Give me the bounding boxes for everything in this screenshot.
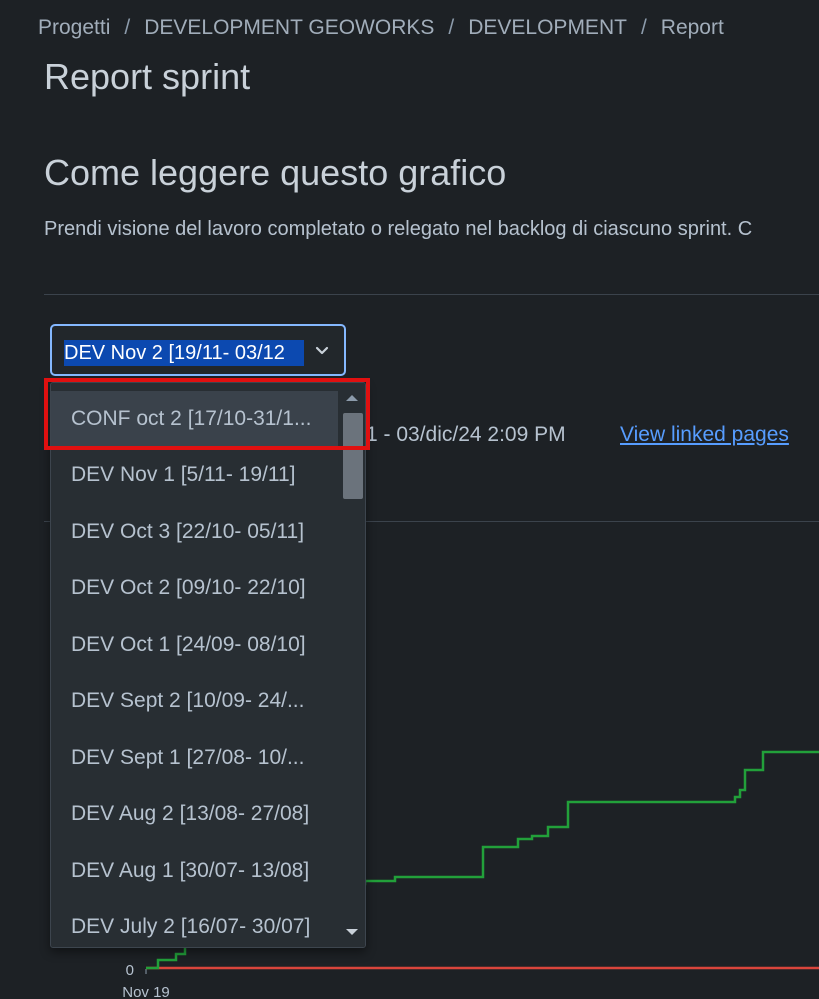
view-linked-pages-link[interactable]: View linked pages <box>620 423 789 447</box>
scroll-up-arrow-icon[interactable] <box>346 395 358 401</box>
page-title: Report sprint <box>44 56 251 97</box>
sprint-select-value[interactable]: DEV Nov 2 [19/11- 03/12 <box>64 340 304 366</box>
page-description: Prendi visione del lavoro completato o r… <box>44 218 753 240</box>
sprint-dropdown-list[interactable]: CONF oct 2 [17/10-31/1... DEV Nov 1 [5/1… <box>50 382 366 948</box>
breadcrumb: Progetti / DEVELOPMENT GEOWORKS / DEVELOPMEN… <box>38 16 724 40</box>
divider <box>44 294 819 295</box>
sprint-date-range: 1 - 03/dic/24 2:09 PM <box>366 423 566 446</box>
scroll-down-arrow-icon[interactable] <box>346 929 358 935</box>
breadcrumb-item-report[interactable]: Report <box>661 16 724 39</box>
dropdown-option[interactable]: DEV Aug 1 [30/07- 13/08] <box>51 843 339 899</box>
dropdown-option[interactable]: DEV July 2 [16/07- 30/07] <box>51 899 339 947</box>
dropdown-option[interactable]: DEV Aug 2 [13/08- 27/08] <box>51 786 339 842</box>
y-tick-label: 0 <box>126 962 134 979</box>
scrollbar-thumb[interactable] <box>343 413 363 499</box>
dropdown-option[interactable]: DEV Oct 3 [22/10- 05/11] <box>51 504 339 560</box>
sprint-select[interactable]: DEV Nov 2 [19/11- 03/12 <box>50 324 346 376</box>
dropdown-scrollbar[interactable] <box>338 383 365 947</box>
dropdown-option[interactable]: DEV Sept 2 [10/09- 24/... <box>51 673 339 729</box>
chevron-down-icon[interactable] <box>312 340 332 360</box>
breadcrumb-item-geoworks[interactable]: DEVELOPMENT GEOWORKS <box>144 16 434 39</box>
x-tick-label: Nov 19 <box>122 984 170 999</box>
dropdown-option[interactable]: DEV Sept 1 [27/08- 10/... <box>51 730 339 786</box>
breadcrumb-item-progetti[interactable]: Progetti <box>38 16 110 39</box>
dropdown-option[interactable]: DEV Oct 1 [24/09- 08/10] <box>51 617 339 673</box>
section-title: Come leggere questo grafico <box>44 152 507 193</box>
dropdown-option[interactable]: CONF oct 2 [17/10-31/1... <box>51 391 339 447</box>
breadcrumb-item-development[interactable]: DEVELOPMENT <box>468 16 627 39</box>
dropdown-option[interactable]: DEV Nov 1 [5/11- 19/11] <box>51 447 339 503</box>
breadcrumb-separator: / <box>124 16 131 39</box>
breadcrumb-separator: / <box>448 16 455 39</box>
breadcrumb-separator: / <box>640 16 647 39</box>
dropdown-option[interactable]: DEV Oct 2 [09/10- 22/10] <box>51 560 339 616</box>
